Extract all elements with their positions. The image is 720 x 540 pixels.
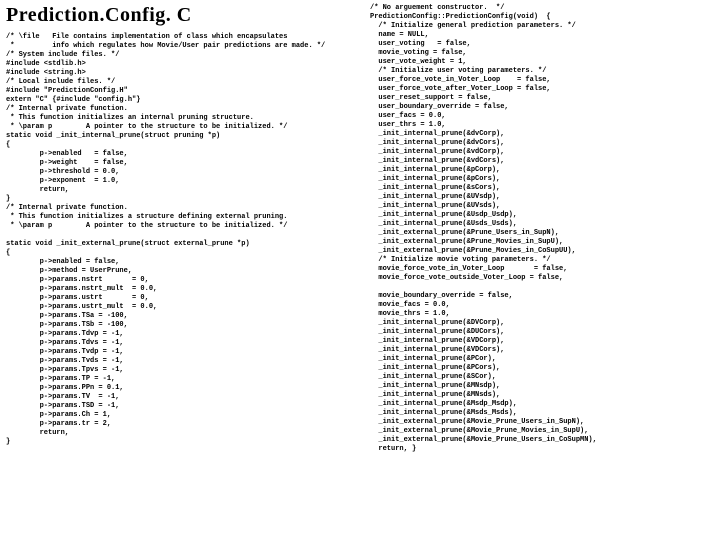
code-slide: Prediction.Config. C /* \file File conta… <box>0 0 720 540</box>
right-column: /* No arguement constructor. */ Predicti… <box>366 4 710 536</box>
left-column: Prediction.Config. C /* \file File conta… <box>6 4 366 536</box>
left-code-block: /* \file File contains implementation of… <box>6 33 366 447</box>
right-code-block: /* No arguement constructor. */ Predicti… <box>370 4 710 454</box>
page-title: Prediction.Config. C <box>6 4 366 27</box>
